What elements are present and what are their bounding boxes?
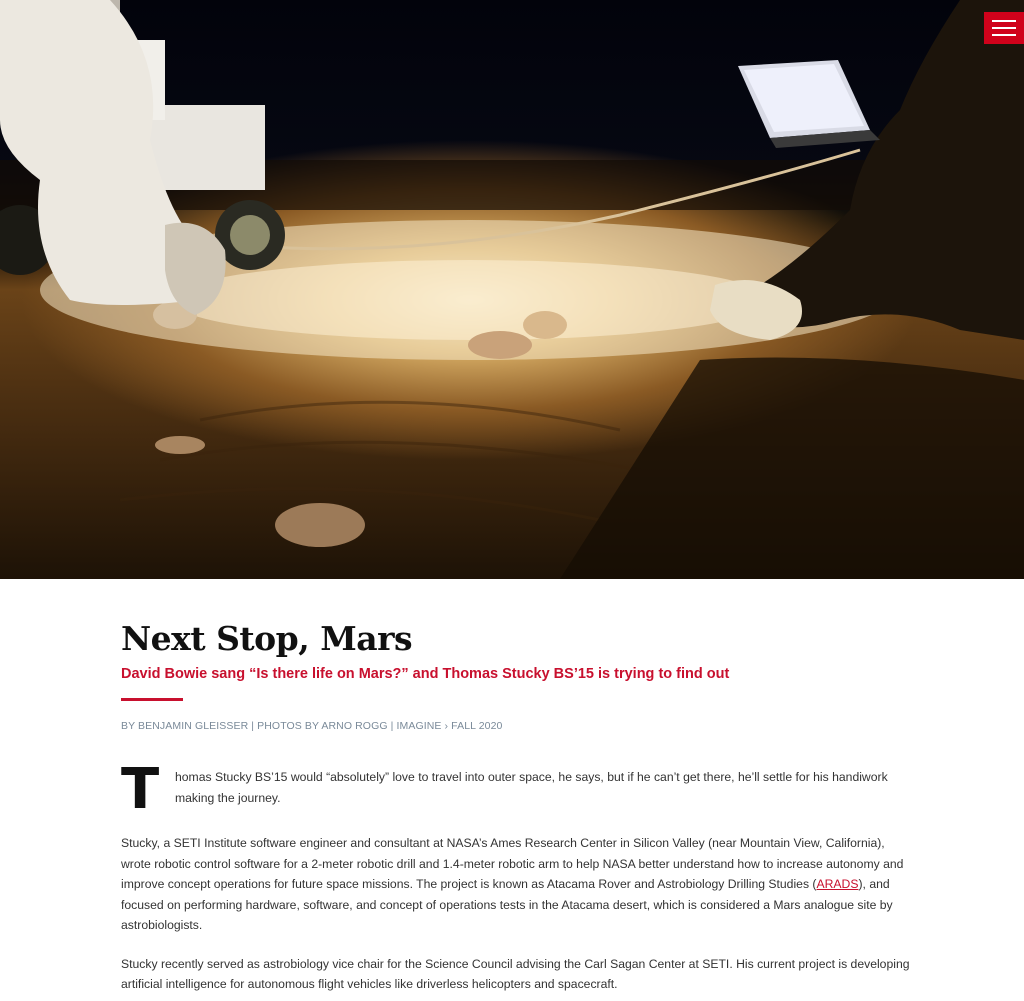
hamburger-menu-icon-line [992,34,1016,36]
lead-paragraph: T homas Stucky BS’15 would “absolutely” … [121,757,911,822]
hero-photo-illustration [0,0,1024,579]
breadcrumb-arrow-icon: › [441,720,452,732]
byline-author[interactable]: BY BENJAMIN GLEISSER [121,720,248,732]
hero-image [0,0,1024,579]
hamburger-menu-icon-line [992,20,1016,22]
byline-issue-link[interactable]: FALL 2020 [451,720,502,732]
menu-button[interactable] [984,12,1024,44]
article: Next Stop, Mars David Bowie sang “Is the… [121,620,911,995]
hamburger-menu-icon-line [992,27,1016,29]
lead-text: homas Stucky BS’15 would “absolutely” lo… [175,770,888,805]
arads-link[interactable]: ARADS [816,877,858,891]
paragraph: Stucky, a SETI Institute software engine… [121,833,911,936]
article-title: Next Stop, Mars [121,619,413,658]
paragraph-text: Stucky, a SETI Institute software engine… [121,836,904,891]
byline-section-link[interactable]: IMAGINE [396,720,441,732]
article-body: T homas Stucky BS’15 would “absolutely” … [121,757,911,995]
byline-photos: PHOTOS BY ARNO ROGG [257,720,388,732]
drop-cap: T [121,757,160,822]
article-subtitle: David Bowie sang “Is there life on Mars?… [121,666,730,682]
title-divider [121,698,183,701]
byline-separator: | [248,720,258,732]
paragraph: Stucky recently served as astrobiology v… [121,956,910,992]
byline: BY BENJAMIN GLEISSER | PHOTOS BY ARNO RO… [121,720,911,732]
